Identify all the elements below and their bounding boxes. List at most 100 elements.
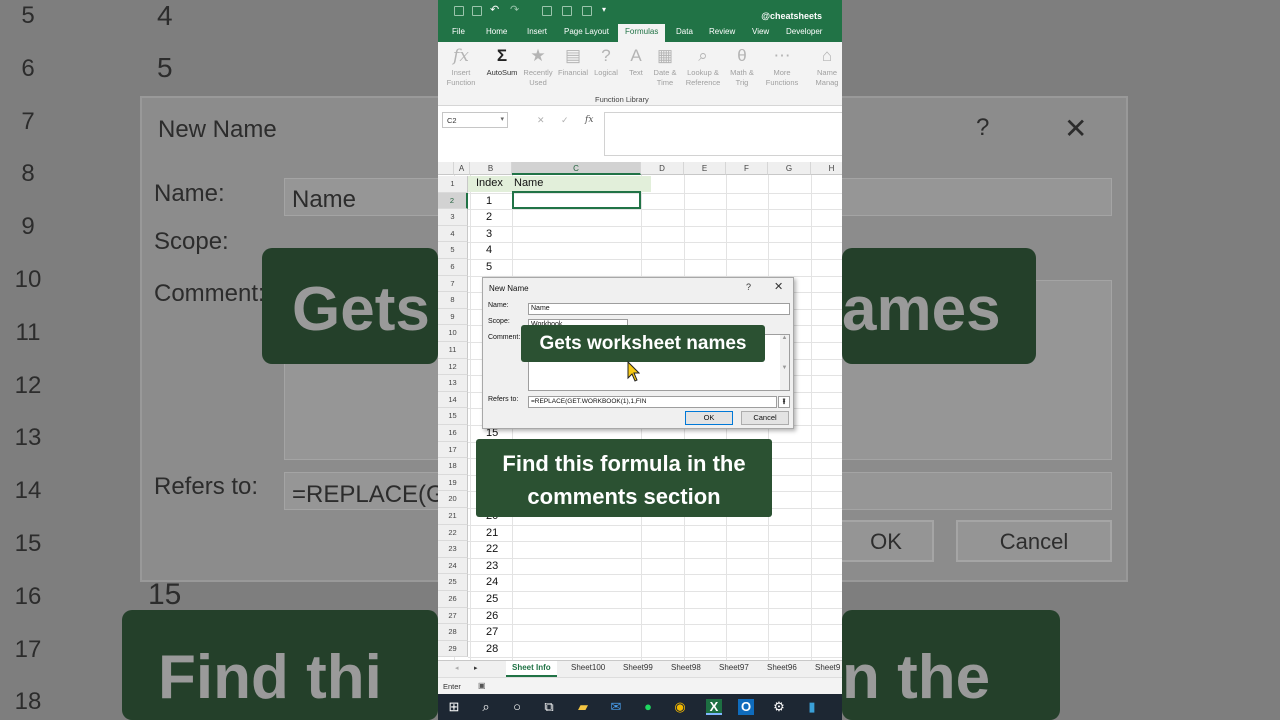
autosave-icon[interactable]	[454, 6, 464, 16]
column-header-g[interactable]: G	[768, 162, 811, 175]
row-header[interactable]: 12	[438, 358, 468, 376]
insert-function-button[interactable]: fx Insert Function	[440, 46, 482, 88]
column-header-b[interactable]: B	[470, 162, 512, 175]
header-name[interactable]: Name	[514, 177, 543, 189]
row-header[interactable]: 26	[438, 591, 468, 608]
windows-icon[interactable]: ⊞	[446, 699, 462, 715]
sheet-tab-sheet98[interactable]: Sheet98	[671, 663, 701, 672]
row-header[interactable]: 28	[438, 624, 468, 641]
row-header[interactable]: 25	[438, 574, 468, 591]
column-header-f[interactable]: F	[726, 162, 768, 175]
row-header[interactable]: 20	[438, 491, 468, 508]
help-icon[interactable]: ?	[746, 282, 751, 292]
index-cell[interactable]: 25	[486, 593, 498, 605]
row-header[interactable]: 6	[438, 259, 468, 276]
row-header[interactable]: 23	[438, 541, 468, 558]
row-header[interactable]: 3	[438, 209, 468, 226]
more-functions-button[interactable]: ⋯ More Functions	[761, 46, 803, 88]
tab-review[interactable]: Review	[709, 27, 735, 36]
print-icon[interactable]	[582, 6, 592, 16]
row-header[interactable]: 15	[438, 408, 468, 425]
index-cell[interactable]: 2	[486, 211, 492, 223]
row-header[interactable]: 17	[438, 441, 468, 459]
undo-icon[interactable]: ↶	[490, 3, 499, 16]
index-cell[interactable]: 28	[486, 643, 498, 655]
index-cell[interactable]: 4	[486, 244, 492, 256]
sheet-tab-sheet-info[interactable]: Sheet Info	[506, 661, 557, 677]
name-box[interactable]: C2 ▾	[442, 112, 508, 128]
column-header-a[interactable]: A	[454, 162, 470, 175]
task-view-icon[interactable]: ⧉	[541, 699, 557, 715]
header-index[interactable]: Index	[476, 177, 503, 189]
row-header[interactable]: 24	[438, 557, 468, 575]
file-explorer-icon[interactable]: ▰	[575, 699, 591, 715]
enter-entry-icon[interactable]: ✓	[561, 115, 569, 126]
row-header[interactable]: 29	[438, 640, 468, 658]
lookup-reference-button[interactable]: ⌕ Lookup & Reference	[682, 46, 724, 88]
name-field[interactable]: Name	[528, 303, 790, 315]
column-header-h[interactable]: H	[811, 162, 842, 175]
row-header[interactable]: 10	[438, 325, 468, 342]
name-manager-button[interactable]: ⌂ Name Manag	[806, 46, 842, 88]
index-cell[interactable]: 23	[486, 560, 498, 572]
sheet-tab-sheet97[interactable]: Sheet97	[719, 663, 749, 672]
index-cell[interactable]: 26	[486, 610, 498, 622]
spotify-icon[interactable]: ●	[640, 699, 656, 715]
date-time-button[interactable]: ▦ Date & Time	[644, 46, 686, 88]
tab-page-layout[interactable]: Page Layout	[564, 27, 609, 36]
insert-function-icon[interactable]: fx	[585, 115, 593, 125]
index-cell[interactable]: 22	[486, 543, 498, 555]
row-header[interactable]: 2	[438, 192, 468, 210]
row-header[interactable]: 16	[438, 425, 468, 442]
chrome-icon[interactable]: ◉	[672, 699, 688, 715]
row-header[interactable]: 4	[438, 225, 468, 243]
comment-scrollbar[interactable]: ▲ ▼	[780, 335, 789, 390]
close-icon[interactable]: ✕	[774, 280, 783, 293]
row-header[interactable]: 14	[438, 391, 468, 409]
tab-view[interactable]: View	[752, 27, 769, 36]
collapse-dialog-icon[interactable]: ⭱	[778, 396, 790, 408]
row-header[interactable]: 8	[438, 292, 468, 309]
mail-icon[interactable]: ✉	[608, 699, 624, 715]
formula-input[interactable]	[604, 112, 842, 156]
row-header[interactable]: 18	[438, 458, 468, 475]
sheet-tab-sheet100[interactable]: Sheet100	[571, 663, 605, 672]
index-cell[interactable]: 3	[486, 228, 492, 240]
row-header[interactable]: 21	[438, 508, 468, 525]
redo-icon[interactable]: ↷	[510, 3, 519, 16]
row-header[interactable]: 13	[438, 375, 468, 392]
excel-icon[interactable]: X	[706, 699, 722, 715]
settings-icon[interactable]: ⚙	[771, 699, 787, 715]
tab-developer[interactable]: Developer	[786, 27, 822, 36]
cortana-icon[interactable]: ○	[509, 699, 525, 715]
refers-to-field[interactable]: =REPLACE(GET.WORKBOOK(1),1,FIN	[528, 396, 777, 408]
outlook-icon[interactable]: O	[738, 699, 754, 715]
index-cell[interactable]: 27	[486, 626, 498, 638]
tab-file[interactable]: File	[452, 27, 465, 36]
sheet-tab-sheet96[interactable]: Sheet96	[767, 663, 797, 672]
row-header[interactable]: 19	[438, 474, 468, 492]
customize-icon[interactable]: ▾	[602, 5, 606, 14]
index-cell[interactable]: 21	[486, 527, 498, 539]
row-header[interactable]: 11	[438, 342, 468, 359]
index-cell[interactable]: 5	[486, 261, 492, 273]
ok-button[interactable]: OK	[685, 411, 733, 425]
row-header[interactable]: 7	[438, 275, 468, 293]
search-icon[interactable]: ⌕	[478, 699, 494, 715]
row-header[interactable]: 9	[438, 308, 468, 326]
row-header[interactable]: 22	[438, 524, 468, 542]
tab-insert[interactable]: Insert	[527, 27, 547, 36]
tab-data[interactable]: Data	[676, 27, 693, 36]
cancel-entry-icon[interactable]: ✕	[537, 115, 545, 126]
cancel-button[interactable]: Cancel	[741, 411, 789, 425]
save-icon[interactable]	[472, 6, 482, 16]
row-header[interactable]: 27	[438, 607, 468, 625]
math-trig-button[interactable]: θ Math & Trig	[721, 46, 763, 88]
open-icon[interactable]	[562, 6, 572, 16]
sheet-tab-sheet99[interactable]: Sheet99	[623, 663, 653, 672]
active-cell-c2[interactable]	[512, 191, 641, 209]
tab-formulas[interactable]: Formulas	[618, 24, 666, 42]
app-icon[interactable]: ▮	[804, 699, 820, 715]
accessibility-icon[interactable]: ▣	[478, 681, 486, 690]
index-cell[interactable]: 1	[486, 195, 492, 207]
